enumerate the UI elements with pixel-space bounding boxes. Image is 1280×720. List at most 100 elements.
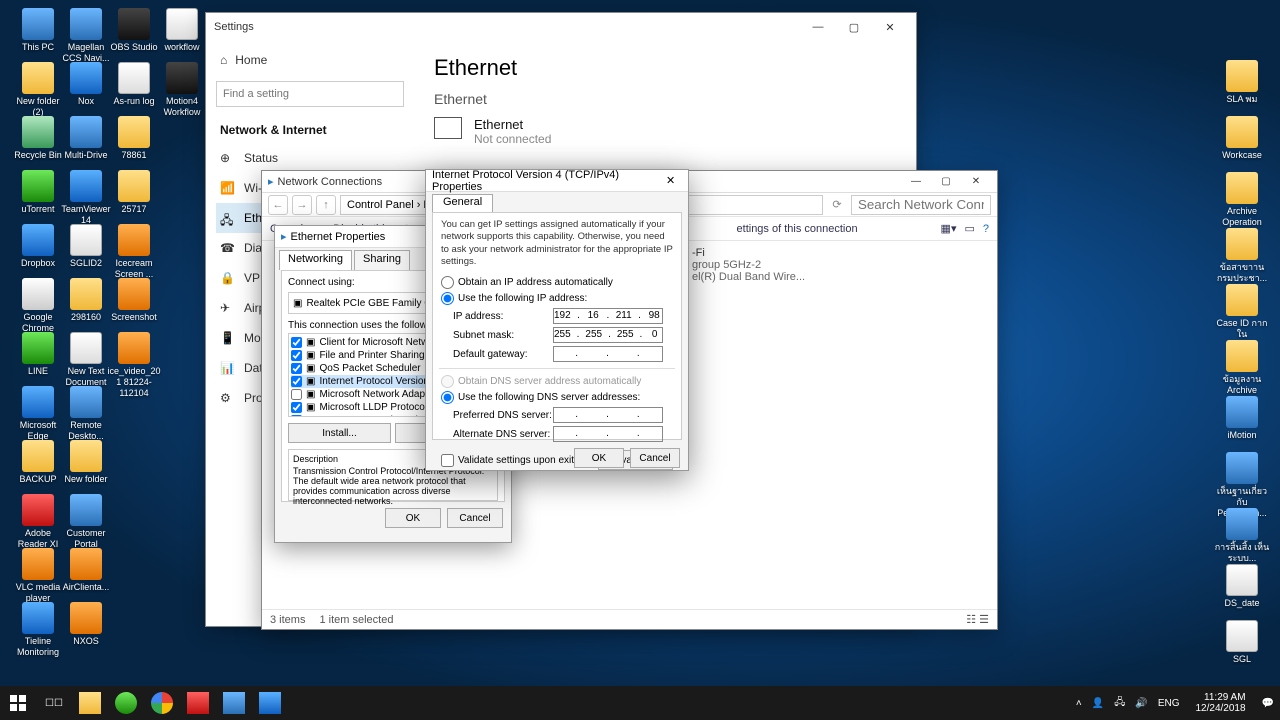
icon-label: Case ID กาก ใน bbox=[1214, 318, 1270, 340]
install-button[interactable]: Install... bbox=[288, 423, 391, 443]
minimize-button[interactable]: — bbox=[901, 171, 931, 193]
tray-notifications-icon[interactable]: 💬 bbox=[1262, 698, 1274, 709]
subnet-mask-field[interactable]: Subnet mask: 255.255.255.0 bbox=[453, 327, 673, 343]
dns2-field[interactable]: Alternate DNS server: ... bbox=[453, 426, 673, 442]
connection-item[interactable]: -Fi group 5GHz-2 el(R) Dual Band Wire... bbox=[692, 247, 987, 283]
radio-static-ip[interactable]: Use the following IP address: bbox=[441, 292, 673, 305]
home-nav[interactable]: ⌂ Home bbox=[216, 45, 404, 75]
maximize-button[interactable]: ▢ bbox=[931, 171, 961, 193]
taskbar-app[interactable] bbox=[180, 686, 216, 720]
taskbar-app[interactable] bbox=[252, 686, 288, 720]
ip-label: IP address: bbox=[453, 311, 553, 322]
view-icon[interactable]: ▦▾ bbox=[941, 222, 957, 235]
tray-network-icon[interactable]: 🖧 bbox=[1114, 695, 1125, 712]
nav-icon: 🖧 bbox=[220, 211, 234, 225]
maximize-button[interactable]: ▢ bbox=[836, 13, 872, 41]
icon-label: ข้อสาขาาน กรมประชา... bbox=[1214, 262, 1270, 284]
taskbar[interactable]: ☐☐ ˄ 👤 🖧 🔊 ENG 11:29 AM 12/24/2018 💬 bbox=[0, 686, 1280, 720]
tab-sharing[interactable]: Sharing bbox=[354, 250, 410, 270]
app-icon bbox=[1226, 564, 1258, 596]
radio-auto-ip[interactable]: Obtain an IP address automatically bbox=[441, 276, 673, 289]
app-icon bbox=[1226, 172, 1258, 204]
radio-static-dns[interactable]: Use the following DNS server addresses: bbox=[441, 391, 673, 404]
nav-item-status[interactable]: ⊕Status bbox=[216, 143, 404, 173]
tray-chevron-icon[interactable]: ˄ bbox=[1076, 698, 1082, 709]
tray-people-icon[interactable]: 👤 bbox=[1092, 698, 1104, 709]
forward-button[interactable]: → bbox=[292, 195, 312, 215]
refresh-button[interactable]: ⟳ bbox=[827, 195, 847, 215]
desktop-icon[interactable]: SLA พม bbox=[1214, 60, 1270, 105]
protocol-checkbox[interactable] bbox=[291, 350, 302, 361]
protocol-icon: ▣ bbox=[306, 415, 315, 417]
protocol-checkbox[interactable] bbox=[291, 363, 302, 374]
tab-networking[interactable]: Networking bbox=[279, 250, 352, 270]
taskbar-app[interactable] bbox=[108, 686, 144, 720]
up-button[interactable]: ↑ bbox=[316, 195, 336, 215]
dns1-field[interactable]: Preferred DNS server: ... bbox=[453, 407, 673, 423]
radio-auto-dns: Obtain DNS server address automatically bbox=[441, 375, 673, 388]
ethernet-name: Ethernet bbox=[474, 117, 551, 132]
tray-clock[interactable]: 11:29 AM 12/24/2018 bbox=[1189, 692, 1251, 714]
back-button[interactable]: ← bbox=[268, 195, 288, 215]
close-button[interactable]: ✕ bbox=[659, 174, 682, 187]
nav-icon: ☎ bbox=[220, 241, 234, 255]
protocol-checkbox[interactable] bbox=[291, 415, 302, 417]
ipv4-titlebar[interactable]: Internet Protocol Version 4 (TCP/IPv4) P… bbox=[426, 170, 688, 192]
ok-button[interactable]: OK bbox=[574, 448, 624, 468]
app-icon bbox=[1226, 340, 1258, 372]
tab-general[interactable]: General bbox=[432, 194, 493, 212]
connection-settings-button[interactable]: ettings of this connection bbox=[737, 223, 858, 235]
home-label: Home bbox=[235, 53, 267, 67]
nc-search-input[interactable] bbox=[851, 195, 991, 215]
protocol-checkbox[interactable] bbox=[291, 389, 302, 400]
cancel-button[interactable]: Cancel bbox=[630, 448, 680, 468]
protocol-checkbox[interactable] bbox=[291, 376, 302, 387]
icon-label: Workcase bbox=[1214, 150, 1270, 161]
desktop-icon[interactable]: ข้อมูลงาน Archive bbox=[1214, 340, 1270, 396]
ethernet-item[interactable]: Ethernet Not connected bbox=[434, 117, 896, 146]
ip-address-field[interactable]: IP address: 192.16.211.98 bbox=[453, 308, 673, 324]
ok-button[interactable]: OK bbox=[385, 508, 441, 528]
settings-search[interactable] bbox=[216, 81, 404, 107]
protocol-checkbox[interactable] bbox=[291, 337, 302, 348]
start-button[interactable] bbox=[0, 686, 36, 720]
tray-volume-icon[interactable]: 🔊 bbox=[1135, 698, 1147, 709]
gateway-label: Default gateway: bbox=[453, 349, 553, 360]
dns2-label: Alternate DNS server: bbox=[453, 429, 553, 440]
settings-titlebar[interactable]: Settings — ▢ ✕ bbox=[206, 13, 916, 41]
desktop-icon[interactable]: Workcase bbox=[1214, 116, 1270, 161]
subnet-label: Subnet mask: bbox=[453, 330, 553, 341]
conn-adapter: el(R) Dual Band Wire... bbox=[692, 271, 987, 283]
search-input[interactable] bbox=[216, 81, 404, 107]
close-button[interactable]: ✕ bbox=[872, 13, 908, 41]
section-header: Ethernet bbox=[434, 91, 896, 107]
desktop-icon[interactable]: Case ID กาก ใน bbox=[1214, 284, 1270, 340]
protocol-name: QoS Packet Scheduler bbox=[319, 363, 420, 374]
cancel-button[interactable]: Cancel bbox=[447, 508, 503, 528]
taskbar-app[interactable] bbox=[216, 686, 252, 720]
task-view-button[interactable]: ☐☐ bbox=[36, 686, 72, 720]
nav-icon: ⚙ bbox=[220, 391, 234, 405]
view-toggle-icon[interactable]: ☷ ☰ bbox=[966, 613, 989, 626]
ep-title: Ethernet Properties bbox=[291, 231, 386, 243]
desktop-icon[interactable]: ข้อสาขาาน กรมประชา... bbox=[1214, 228, 1270, 284]
desktop-icon[interactable]: iMotion bbox=[1214, 396, 1270, 441]
taskbar-app[interactable] bbox=[72, 686, 108, 720]
tray-lang[interactable]: ENG bbox=[1158, 698, 1180, 709]
nc-title: Network Connections bbox=[278, 176, 383, 188]
close-button[interactable]: ✕ bbox=[961, 171, 991, 193]
icon-label: DS_date bbox=[1214, 598, 1270, 609]
desktop-icon[interactable]: SGL bbox=[1214, 620, 1270, 665]
icon-label: ข้อมูลงาน Archive bbox=[1214, 374, 1270, 396]
desktop-icon[interactable]: การสิ้นสิ้ง เห็นระบบ... bbox=[1214, 508, 1270, 564]
gateway-field[interactable]: Default gateway: ... bbox=[453, 346, 673, 362]
details-icon[interactable]: ▭ bbox=[964, 222, 974, 235]
help-icon[interactable]: ? bbox=[983, 223, 989, 235]
protocol-checkbox[interactable] bbox=[291, 402, 302, 413]
minimize-button[interactable]: — bbox=[800, 13, 836, 41]
network-icon: ▸ bbox=[281, 230, 287, 243]
category-header: Network & Internet bbox=[216, 113, 404, 143]
validate-checkbox[interactable]: Validate settings upon exit bbox=[441, 454, 574, 467]
desktop-icon[interactable]: DS_date bbox=[1214, 564, 1270, 609]
taskbar-app[interactable] bbox=[144, 686, 180, 720]
